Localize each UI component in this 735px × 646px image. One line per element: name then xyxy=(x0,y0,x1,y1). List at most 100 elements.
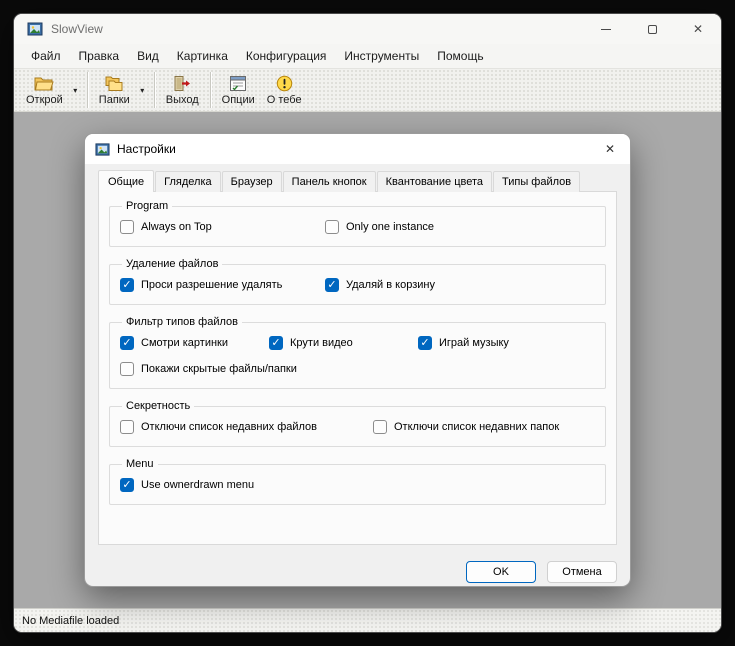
titlebar: SlowView ✕ xyxy=(14,14,721,44)
cancel-button[interactable]: Отмена xyxy=(547,561,617,583)
toolbar-exit-button[interactable]: Выход xyxy=(160,70,205,110)
group-title: Program xyxy=(126,200,169,212)
group-title: Удаление файлов xyxy=(126,258,219,270)
toolbar-exit-label: Выход xyxy=(165,93,199,106)
about-icon xyxy=(276,75,293,93)
group-menu: Menu Use ownerdrawn menu xyxy=(109,458,606,505)
group-title: Секретность xyxy=(126,400,191,412)
checkbox-label: Отключи список недавних папок xyxy=(394,421,560,433)
menu-help[interactable]: Помощь xyxy=(428,46,492,66)
group-program: Program Always on Top Only one instance xyxy=(109,200,606,247)
checkbox-label: Смотри картинки xyxy=(141,337,229,349)
menu-image[interactable]: Картинка xyxy=(168,46,237,66)
menu-view[interactable]: Вид xyxy=(128,46,168,66)
group-file-deletion: Удаление файлов Проси разрешение удалять… xyxy=(109,258,606,305)
checkbox[interactable] xyxy=(418,336,432,350)
options-icon xyxy=(229,75,247,93)
checkbox-only-one-instance[interactable]: Only one instance xyxy=(325,220,434,234)
minimize-icon xyxy=(601,28,611,30)
maximize-icon xyxy=(647,24,657,34)
checkbox-label: Only one instance xyxy=(346,221,435,233)
checkbox-view-images[interactable]: Смотри картинки xyxy=(120,336,269,350)
checkbox-label: Играй музыку xyxy=(439,337,509,349)
client-area: Настройки ✕ Общие Гляделка Браузер Панел… xyxy=(14,112,721,608)
checkbox[interactable] xyxy=(373,420,387,434)
close-icon: ✕ xyxy=(604,142,616,156)
toolbar-open-label: Открой xyxy=(26,93,63,106)
menu-edit[interactable]: Правка xyxy=(70,46,129,66)
settings-dialog: Настройки ✕ Общие Гляделка Браузер Панел… xyxy=(85,134,630,586)
chevron-down-icon: ▾ xyxy=(140,85,145,95)
dialog-titlebar: Настройки ✕ xyxy=(85,134,630,164)
checkbox[interactable] xyxy=(120,362,134,376)
checkbox[interactable] xyxy=(269,336,283,350)
checkbox-ownerdrawn-menu[interactable]: Use ownerdrawn menu xyxy=(120,478,254,492)
checkbox-disable-recent-folders[interactable]: Отключи список недавних папок xyxy=(373,420,559,434)
checkbox[interactable] xyxy=(120,420,134,434)
checkbox-always-on-top[interactable]: Always on Top xyxy=(120,220,325,234)
checkbox-delete-to-recycle-bin[interactable]: Удаляй в корзину xyxy=(325,278,435,292)
close-button[interactable]: ✕ xyxy=(675,14,721,44)
tab-button-panel[interactable]: Панель кнопок xyxy=(282,171,376,192)
checkbox[interactable] xyxy=(120,278,134,292)
toolbar: Открой ▾ Папки ▾ Выход Опции О тебе xyxy=(14,68,721,112)
checkbox[interactable] xyxy=(325,220,339,234)
toolbar-folders-label: Папки xyxy=(98,93,130,106)
open-folder-icon xyxy=(34,75,55,93)
checkbox-show-hidden-files[interactable]: Покажи скрытые файлы/папки xyxy=(120,362,297,376)
dialog-title: Настройки xyxy=(117,142,176,156)
tab-browser[interactable]: Браузер xyxy=(221,171,282,192)
toolbar-separator xyxy=(209,72,211,108)
tab-general[interactable]: Общие xyxy=(98,170,155,192)
window-title: SlowView xyxy=(51,22,103,36)
checkbox[interactable] xyxy=(120,336,134,350)
app-icon xyxy=(27,21,43,37)
menu-tools[interactable]: Инструменты xyxy=(335,46,428,66)
group-privacy: Секретность Отключи список недавних файл… xyxy=(109,400,606,447)
checkbox-label: Проси разрешение удалять xyxy=(141,279,283,291)
toolbar-separator xyxy=(153,72,155,108)
menubar: Файл Правка Вид Картинка Конфигурация Ин… xyxy=(14,44,721,68)
checkbox-play-music[interactable]: Играй музыку xyxy=(418,336,509,350)
toolbar-about-button[interactable]: О тебе xyxy=(261,70,308,110)
checkbox-label: Удаляй в корзину xyxy=(346,279,435,291)
chevron-down-icon: ▾ xyxy=(73,85,78,95)
tab-page-general: Program Always on Top Only one instance xyxy=(98,191,617,545)
dialog-footer: OK Отмена xyxy=(98,561,617,583)
checkbox-ask-delete-permission[interactable]: Проси разрешение удалять xyxy=(120,278,325,292)
app-icon xyxy=(95,142,110,157)
menu-configuration[interactable]: Конфигурация xyxy=(237,46,336,66)
group-file-type-filter: Фильтр типов файлов Смотри картинки Крут… xyxy=(109,316,606,389)
statusbar-text: No Mediafile loaded xyxy=(22,614,120,627)
tab-color-quantization[interactable]: Квантование цвета xyxy=(376,171,492,192)
toolbar-options-button[interactable]: Опции xyxy=(216,70,261,110)
ok-button[interactable]: OK xyxy=(466,561,536,583)
maximize-button[interactable] xyxy=(629,14,675,44)
minimize-button[interactable] xyxy=(583,14,629,44)
toolbar-folders-dropdown[interactable]: ▾ xyxy=(136,70,149,110)
checkbox-label: Always on Top xyxy=(141,221,212,233)
checkbox-play-video[interactable]: Крути видео xyxy=(269,336,418,350)
checkbox[interactable] xyxy=(120,478,134,492)
toolbar-about-label: О тебе xyxy=(266,93,302,106)
dialog-body: Общие Гляделка Браузер Панель кнопок Ква… xyxy=(85,164,630,586)
checkbox-label: Крути видео xyxy=(290,337,353,349)
checkbox[interactable] xyxy=(325,278,339,292)
close-icon: ✕ xyxy=(692,22,704,36)
group-title: Фильтр типов файлов xyxy=(126,316,238,328)
menu-file[interactable]: Файл xyxy=(22,46,70,66)
folders-icon xyxy=(104,75,124,93)
toolbar-open-button[interactable]: Открой xyxy=(20,70,69,110)
statusbar: No Mediafile loaded xyxy=(14,608,721,632)
tab-viewer[interactable]: Гляделка xyxy=(155,171,221,192)
tab-file-types[interactable]: Типы файлов xyxy=(493,171,581,192)
toolbar-folders-button[interactable]: Папки xyxy=(93,70,136,110)
checkbox-label: Отключи список недавних файлов xyxy=(141,421,318,433)
dialog-close-button[interactable]: ✕ xyxy=(590,134,630,164)
checkbox-label: Use ownerdrawn menu xyxy=(141,479,255,491)
checkbox-disable-recent-files[interactable]: Отключи список недавних файлов xyxy=(120,420,373,434)
checkbox[interactable] xyxy=(120,220,134,234)
toolbar-separator xyxy=(86,72,88,108)
toolbar-open-dropdown[interactable]: ▾ xyxy=(69,70,82,110)
exit-icon xyxy=(173,75,192,93)
